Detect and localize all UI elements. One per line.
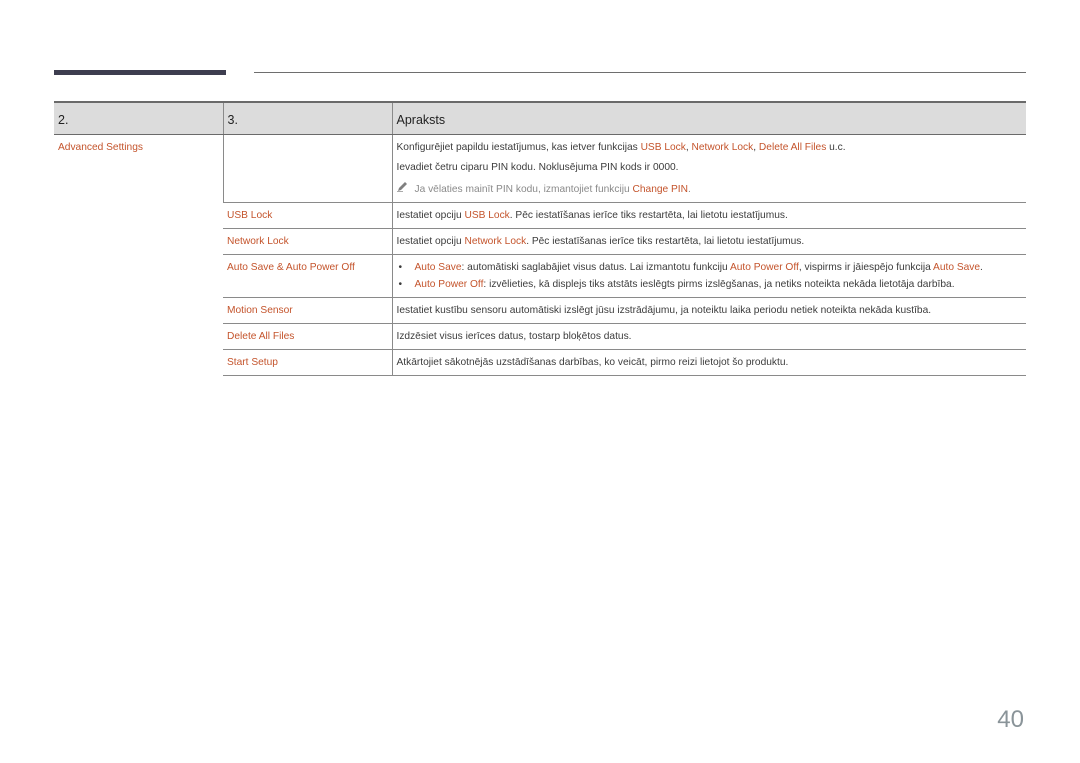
change-pin-ref: Change PIN xyxy=(632,184,689,195)
column-header-3: 3. xyxy=(222,101,392,135)
usb-lock-description: Iestatiet opciju USB Lock. Pēc iestatīša… xyxy=(391,202,1026,229)
auto-save-label: Auto Save & Auto Power Off xyxy=(223,254,392,298)
column-header-2: 2. xyxy=(54,101,223,135)
start-setup-label: Start Setup xyxy=(223,349,392,376)
bullet-item: • Auto Save: automātiski saglabājiet visu… xyxy=(398,262,983,273)
delete-all-files-ref: Delete All Files xyxy=(758,142,827,153)
network-lock-ref: Network Lock xyxy=(691,142,754,153)
auto-save-description: • Auto Save: automātiski saglabājiet visu… xyxy=(391,254,1026,298)
advanced-settings-description: Konfigurējiet papildu iestatījumus, kas … xyxy=(391,134,1026,203)
advanced-settings-label: Advanced Settings xyxy=(58,142,143,153)
delete-all-files-label: Delete All Files xyxy=(223,323,392,350)
network-lock-label: Network Lock xyxy=(223,228,392,255)
table-row-advanced-settings: Advanced Settings Konfigurējiet papildu … xyxy=(54,134,1026,203)
pencil-icon xyxy=(396,181,411,196)
start-setup-description: Atkārtojiet sākotnējās uzstādīšanas darb… xyxy=(391,349,1026,376)
table-header-row: 2. 3. Apraksts xyxy=(54,101,1026,135)
usb-lock-ref: USB Lock xyxy=(640,142,686,153)
column-header-description: Apraksts xyxy=(391,101,1026,135)
network-lock-description: Iestatiet opciju Network Lock. Pēc iesta… xyxy=(391,228,1026,255)
bullet-icon: • xyxy=(398,262,403,273)
page-number: 40 xyxy=(997,706,1024,733)
bullet-icon: • xyxy=(398,279,403,290)
motion-sensor-label: Motion Sensor xyxy=(223,297,392,324)
section-bar xyxy=(54,70,226,75)
bullet-list: • Auto Save: automātiski saglabājiet visu… xyxy=(397,261,1023,291)
usb-lock-label: USB Lock xyxy=(223,202,392,229)
bullet-item: • Auto Power Off: izvēlieties, kā displej… xyxy=(398,279,955,290)
motion-sensor-description: Iestatiet kustību sensoru automātiski iz… xyxy=(391,297,1026,324)
header-rule xyxy=(254,72,1026,73)
delete-all-files-description: Izdzēsiet visus ierīces datus, tostarp b… xyxy=(391,323,1026,350)
note: Ja vēlaties mainīt PIN kodu, izmantojiet… xyxy=(396,181,1023,196)
settings-table: 2. 3. Apraksts Advanced Settings Konfigu… xyxy=(54,101,1026,376)
